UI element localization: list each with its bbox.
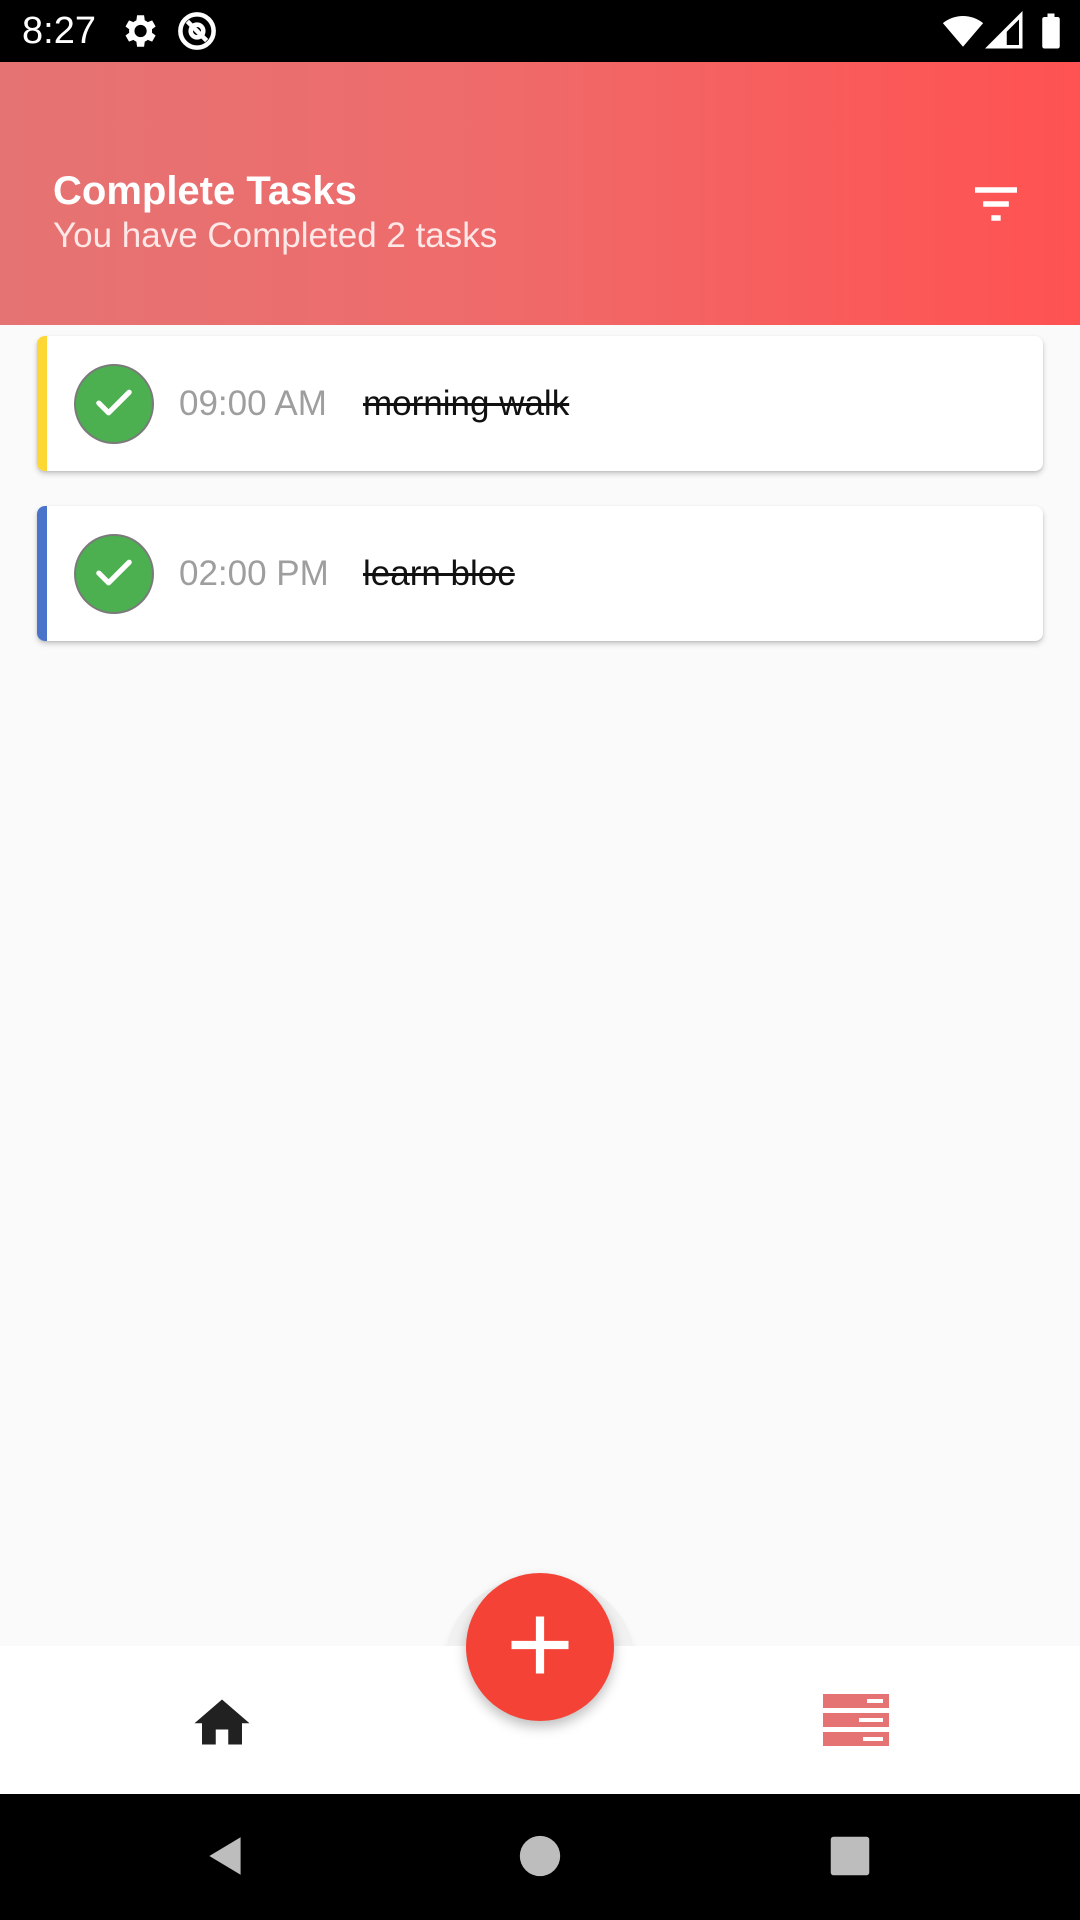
- task-title: learn bloc: [363, 554, 515, 593]
- task-complete-toggle[interactable]: [74, 534, 154, 614]
- filter-button[interactable]: [960, 170, 1032, 242]
- filter-icon: [968, 176, 1024, 237]
- home-icon: [192, 1697, 252, 1752]
- plus-icon: [502, 1607, 578, 1688]
- task-accent-bar: [37, 336, 47, 471]
- home-circle-icon: [518, 1834, 562, 1878]
- header: Complete Tasks You have Completed 2 task…: [0, 62, 1080, 325]
- nav-home-button[interactable]: [186, 1692, 258, 1756]
- check-icon: [88, 376, 140, 433]
- task-title: morning walk: [363, 384, 570, 423]
- page-subtitle: You have Completed 2 tasks: [53, 216, 498, 255]
- add-task-button[interactable]: [466, 1573, 614, 1721]
- wifi-icon: [942, 10, 984, 52]
- back-icon: [201, 1831, 251, 1881]
- recents-icon: [828, 1834, 872, 1878]
- status-bar: 8:27: [0, 0, 1080, 62]
- battery-icon: [1030, 10, 1072, 52]
- page-title: Complete Tasks: [53, 169, 357, 213]
- app-screen: 8:27 Complete Tasks You have Completed 2…: [0, 0, 1080, 1920]
- nav-tasks-button[interactable]: [820, 1690, 892, 1754]
- task-card[interactable]: 09:00 AM morning walk: [37, 336, 1043, 471]
- system-home-button[interactable]: [510, 1826, 570, 1886]
- system-back-button[interactable]: [196, 1826, 256, 1886]
- task-time: 09:00 AM: [179, 384, 327, 423]
- task-complete-toggle[interactable]: [74, 364, 154, 444]
- status-time: 8:27: [22, 10, 96, 52]
- gear-icon: [118, 10, 160, 52]
- task-time: 02:00 PM: [179, 554, 329, 593]
- system-navigation-bar: [0, 1794, 1080, 1920]
- task-card[interactable]: 02:00 PM learn bloc: [37, 506, 1043, 641]
- system-recents-button[interactable]: [820, 1826, 880, 1886]
- task-list-icon: [823, 1693, 889, 1751]
- at-sign-icon: [176, 10, 218, 52]
- signal-icon: [984, 10, 1026, 52]
- task-accent-bar: [37, 506, 47, 641]
- check-icon: [88, 546, 140, 603]
